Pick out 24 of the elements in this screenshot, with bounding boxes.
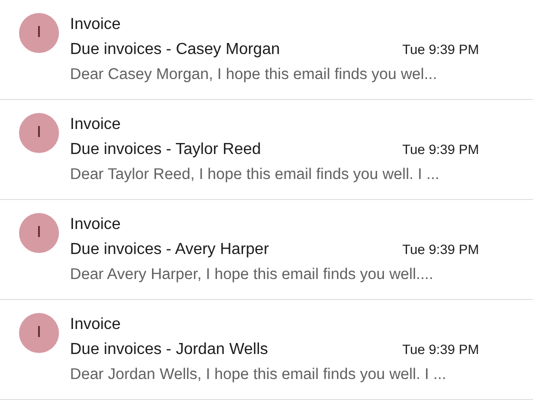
email-preview: Dear Taylor Reed, I hope this email finds you well. I ... <box>70 165 440 185</box>
email-item[interactable]: I Invoice Due invoices - Avery Harper Tue 9:39 PM Dear Avery Harper, I hope this email finds you well.... <box>0 200 533 300</box>
email-preview: Dear Jordan Wells, I hope this email finds you well. I ... <box>70 365 446 385</box>
email-item[interactable]: I Invoice Due invoices - Taylor Reed Tue 9:39 PM Dear Taylor Reed, I hope this email finds you well. I ... <box>0 100 533 200</box>
email-subject: Due invoices - Casey Morgan <box>70 40 280 60</box>
sender-name: Invoice <box>70 15 121 35</box>
email-time: Tue 9:39 PM <box>402 242 479 257</box>
email-item[interactable]: I Invoice Due invoices - Jordan Wells Tue 9:39 PM Dear Jordan Wells, I hope this email finds you well. I ... <box>0 300 533 400</box>
email-time: Tue 9:39 PM <box>402 342 479 357</box>
email-item[interactable]: I Invoice Due invoices - Casey Morgan Tue 9:39 PM Dear Casey Morgan, I hope this email finds you wel... <box>0 0 533 100</box>
avatar: I <box>19 13 59 53</box>
sender-name: Invoice <box>70 115 121 135</box>
email-subject: Due invoices - Taylor Reed <box>70 140 261 160</box>
sender-name: Invoice <box>70 315 121 335</box>
email-time: Tue 9:39 PM <box>402 142 479 157</box>
email-subject: Due invoices - Avery Harper <box>70 240 269 260</box>
email-preview: Dear Casey Morgan, I hope this email finds you wel... <box>70 65 438 85</box>
avatar: I <box>19 213 59 253</box>
sender-name: Invoice <box>70 215 121 235</box>
avatar: I <box>19 113 59 153</box>
email-subject: Due invoices - Jordan Wells <box>70 340 268 360</box>
email-time: Tue 9:39 PM <box>402 42 479 57</box>
avatar: I <box>19 313 59 353</box>
email-preview: Dear Avery Harper, I hope this email finds you well.... <box>70 265 434 285</box>
